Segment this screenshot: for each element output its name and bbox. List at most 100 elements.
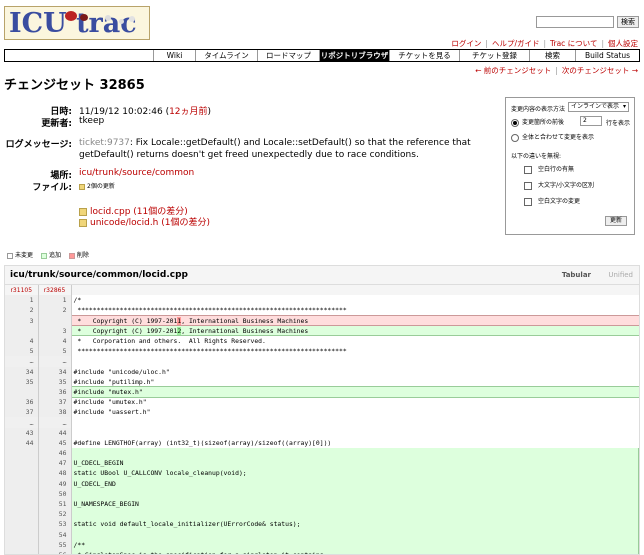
new-line-number[interactable]: 51 [38, 498, 72, 510]
file-diff-count[interactable]: (1個の差分) [161, 218, 210, 228]
old-line-number[interactable]: … [5, 356, 39, 367]
old-line-number[interactable]: 43 [5, 427, 39, 438]
search-button[interactable]: 検索 [617, 16, 639, 28]
help-guide-link[interactable]: ヘルプ/ガイド [492, 39, 540, 48]
message-label: ログメッセージ: [5, 140, 72, 150]
old-line-number[interactable]: 35 [5, 376, 39, 387]
context-lines-radio[interactable] [511, 118, 519, 127]
old-line-number[interactable] [5, 468, 39, 479]
new-line-number[interactable]: … [38, 356, 72, 367]
old-line-number[interactable]: … [5, 417, 39, 428]
old-line-number[interactable] [5, 325, 39, 336]
nav-tab-timeline[interactable]: タイムライン [195, 50, 257, 61]
context-lines-input[interactable]: 2 [580, 116, 602, 126]
file-link-locid-h[interactable]: unicode/locid.h [90, 218, 158, 228]
new-line-number[interactable]: 48 [38, 468, 72, 479]
new-line-number[interactable]: 1 [38, 295, 72, 306]
new-line-number[interactable]: 35 [38, 376, 72, 387]
new-line-number[interactable]: 36 [38, 386, 72, 398]
old-line-number[interactable] [5, 488, 39, 499]
ignore-blank-lines-checkbox[interactable] [524, 165, 532, 174]
tabular-view-link[interactable]: Tabular [562, 271, 591, 279]
old-revision-link[interactable]: r31105 [5, 285, 39, 296]
old-line-number[interactable] [5, 478, 39, 489]
old-line-number[interactable] [5, 509, 39, 520]
new-line-number[interactable]: 46 [38, 448, 72, 459]
about-trac-link[interactable]: Trac について [550, 39, 597, 48]
old-line-number[interactable]: 34 [5, 366, 39, 377]
code-line: #include "unicode/uloc.h" [70, 366, 639, 377]
author-label: 更新者: [41, 119, 72, 129]
nav-tab-search[interactable]: 検索 [529, 50, 575, 61]
unchanged-swatch [7, 252, 13, 259]
ignore-whitespace-checkbox[interactable] [524, 197, 532, 206]
view-mode-select[interactable]: インラインで表示 ▾ [568, 102, 629, 112]
code-line: static UBool U_CALLCONV locale_cleanup(v… [70, 468, 639, 479]
new-line-number[interactable]: 55 [38, 539, 72, 550]
new-line-number[interactable]: 49 [38, 478, 72, 489]
nav-tab-build-status[interactable]: Build Status [575, 50, 639, 61]
old-line-number[interactable] [5, 519, 39, 530]
new-revision-link[interactable]: r32865 [38, 285, 72, 296]
new-line-number[interactable]: 2 [38, 305, 72, 316]
new-line-number[interactable]: 52 [38, 509, 72, 520]
previous-changeset-link[interactable]: ← 前のチェンジセット [475, 66, 551, 75]
nav-tab-wiki[interactable]: Wiki [153, 50, 195, 61]
new-line-number[interactable]: 44 [38, 427, 72, 438]
old-line-number[interactable]: 2 [5, 305, 39, 316]
old-line-number[interactable] [5, 448, 39, 459]
icu-trac-logo[interactable]: ICU trac [4, 6, 150, 40]
ticket-link[interactable]: ticket:9737 [79, 138, 130, 148]
diff-line-row: 50 [5, 488, 639, 499]
diff-line-row: 46 [5, 448, 639, 459]
nav-tab-view-tickets[interactable]: チケットを見る [389, 50, 459, 61]
ignore-blank-lines-option: 空白行の有無 [524, 164, 574, 174]
old-line-number[interactable]: 4 [5, 335, 39, 347]
old-line-number[interactable]: 37 [5, 407, 39, 418]
old-line-number[interactable]: 44 [5, 437, 39, 448]
old-line-number[interactable]: 5 [5, 346, 39, 357]
search-input[interactable] [536, 16, 614, 28]
old-line-number[interactable] [5, 529, 39, 540]
old-line-number[interactable]: 3 [5, 315, 39, 326]
old-line-number[interactable]: 36 [5, 397, 39, 408]
old-line-number[interactable] [5, 539, 39, 550]
new-line-number[interactable]: 5 [38, 346, 72, 357]
diff-line-row: 34 34 #include "unicode/uloc.h" [5, 366, 639, 377]
new-line-number[interactable]: … [38, 417, 72, 428]
view-mode-label: 変更内容の表示方法 [511, 106, 566, 113]
new-line-number[interactable]: 45 [38, 437, 72, 448]
next-changeset-link[interactable]: 次のチェンジセット → [562, 66, 638, 75]
new-line-number[interactable]: 53 [38, 519, 72, 530]
unified-view-link[interactable]: Unified [608, 271, 633, 279]
ignore-case-checkbox[interactable] [524, 181, 532, 190]
old-line-number[interactable]: 1 [5, 295, 39, 306]
update-button[interactable]: 更新 [605, 216, 627, 226]
new-line-number[interactable] [38, 315, 72, 326]
location-link[interactable]: icu/trunk/source/common [79, 168, 194, 178]
nav-tab-new-ticket[interactable]: チケット登録 [459, 50, 529, 61]
old-line-number[interactable] [5, 386, 39, 398]
code-line [70, 488, 639, 499]
nav-tab-roadmap[interactable]: ロードマップ [257, 50, 319, 61]
old-line-number[interactable] [5, 498, 39, 510]
full-context-radio[interactable] [511, 133, 519, 142]
new-line-number[interactable]: 38 [38, 407, 72, 418]
logo-dot-icon [119, 19, 124, 24]
code-line [70, 448, 639, 459]
nav-tab-browser[interactable]: リポジトリブラウザ [319, 50, 389, 61]
preferences-link[interactable]: 個人設定 [608, 39, 638, 48]
login-link[interactable]: ログイン [451, 39, 481, 48]
diff-skipped-row: …… [5, 356, 639, 367]
diff-file-path[interactable]: icu/trunk/source/common/locid.cpp [10, 270, 188, 280]
page-title: チェンジセット 32865 [4, 78, 145, 93]
new-line-number[interactable]: 54 [38, 529, 72, 540]
relative-time-link[interactable]: 12ヵ月前 [169, 107, 207, 117]
new-line-number[interactable]: 3 [38, 325, 72, 336]
new-line-number[interactable]: 34 [38, 366, 72, 377]
new-line-number[interactable]: 37 [38, 397, 72, 408]
new-line-number[interactable]: 50 [38, 488, 72, 499]
new-line-number[interactable]: 4 [38, 335, 72, 347]
old-line-number[interactable] [5, 458, 39, 469]
new-line-number[interactable]: 47 [38, 458, 72, 469]
